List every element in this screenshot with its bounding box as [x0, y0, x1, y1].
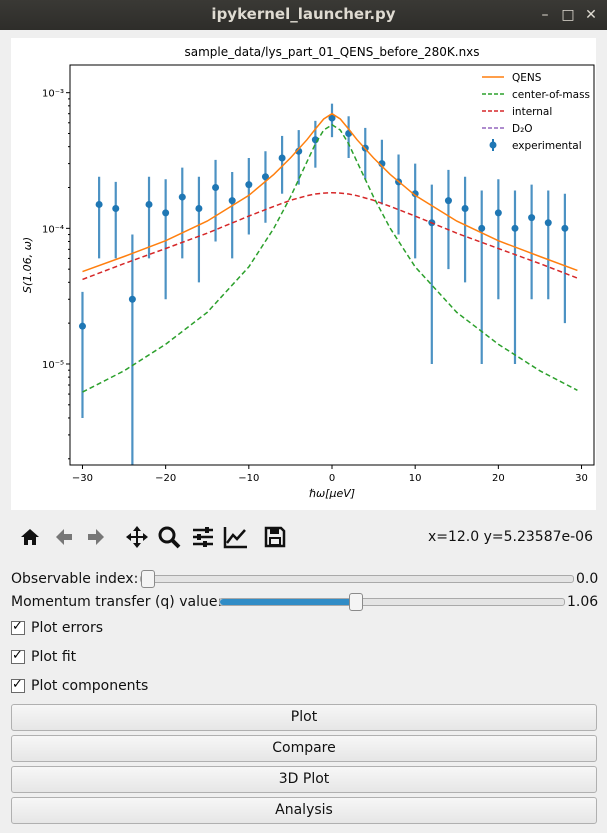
plot-button[interactable]: Plot [11, 704, 597, 731]
experimental-point [561, 224, 569, 232]
experimental-point [544, 219, 552, 227]
configure-subplots-icon[interactable] [188, 522, 218, 552]
checkbox-checked-icon[interactable] [11, 677, 25, 693]
x-tick-label: −30 [72, 473, 93, 484]
experimental-point [162, 209, 170, 217]
minimize-icon[interactable]: – [535, 5, 555, 25]
plot-components-label: Plot components [31, 678, 149, 694]
maximize-icon[interactable]: □ [558, 5, 578, 25]
center-of-mass-line [82, 123, 578, 393]
x-tick-label: −10 [238, 473, 259, 484]
experimental-point [278, 154, 286, 162]
experimental-point [444, 197, 452, 205]
x-tick-label: 20 [492, 473, 505, 484]
legend-label: center-of-mass [512, 89, 590, 101]
experimental-point [228, 197, 236, 205]
plot-errors-checkbox[interactable]: Plot errors [11, 619, 104, 636]
experimental-point [245, 181, 253, 189]
qens-line [82, 112, 578, 273]
figure-canvas[interactable]: sample_data/lys_part_01_QENS_before_280K… [11, 38, 596, 510]
observable-index-slider[interactable] [140, 570, 574, 588]
plot-components-checkbox[interactable]: Plot components [11, 677, 149, 694]
slider-handle[interactable] [349, 593, 363, 611]
checkbox-checked-icon[interactable] [11, 619, 25, 635]
window-title: ipykernel_launcher.py [211, 5, 396, 23]
experimental-point [511, 224, 519, 232]
forward-arrow-icon[interactable] [81, 522, 111, 552]
observable-index-label: Observable index: [11, 571, 139, 587]
experimental-point [528, 214, 536, 222]
y-axis-label: S(1.06, ω) [21, 237, 34, 293]
x-axis-label: ℏω[μeV] [309, 487, 355, 500]
internal-line [82, 191, 578, 281]
y-tick-label: 10⁻⁵ [42, 360, 64, 371]
plot-errors-label: Plot errors [31, 620, 104, 636]
compare-button[interactable]: Compare [11, 735, 597, 762]
legend-label: D₂O [512, 123, 533, 135]
experimental-point [78, 322, 86, 330]
momentum-transfer-slider[interactable] [219, 593, 565, 611]
experimental-point [494, 209, 502, 217]
x-tick-label: 0 [329, 473, 335, 484]
experimental-point [95, 200, 103, 208]
x-tick-label: 10 [409, 473, 422, 484]
plot-fit-label: Plot fit [31, 649, 77, 665]
x-tick-label: 30 [575, 473, 588, 484]
analysis-button[interactable]: Analysis [11, 797, 597, 824]
experimental-point [478, 224, 486, 232]
chart-title: sample_data/lys_part_01_QENS_before_280K… [184, 45, 479, 59]
plot-fit-checkbox[interactable]: Plot fit [11, 648, 77, 665]
x-tick-label: −20 [155, 473, 176, 484]
title-bar: ipykernel_launcher.py – □ ✕ [0, 0, 607, 30]
edit-axis-icon[interactable] [221, 522, 251, 552]
coordinate-readout: x=12.0 y=5.23587e-06 [427, 529, 593, 545]
momentum-transfer-value: 1.06 [567, 594, 599, 610]
save-icon[interactable] [260, 522, 290, 552]
pan-icon[interactable] [122, 522, 152, 552]
experimental-point [212, 184, 220, 192]
zoom-icon[interactable] [154, 522, 184, 552]
experimental-point [128, 295, 136, 303]
back-arrow-icon[interactable] [49, 522, 79, 552]
close-icon[interactable]: ✕ [581, 5, 601, 25]
experimental-point [195, 205, 203, 213]
chart-svg: sample_data/lys_part_01_QENS_before_280K… [21, 45, 595, 500]
legend-marker [489, 141, 497, 149]
experimental-point [461, 205, 469, 213]
observable-index-value: 0.0 [576, 571, 599, 587]
legend: QENS center-of-mass internal D₂O experimenta… [482, 72, 590, 152]
legend-label: experimental [512, 140, 582, 152]
experimental-point [112, 205, 120, 213]
legend-label: QENS [512, 72, 542, 84]
3d-plot-button[interactable]: 3D Plot [11, 766, 597, 793]
y-tick-label: 10⁻⁴ [42, 224, 64, 235]
navigation-toolbar: x=12.0 y=5.23587e-06 [11, 520, 601, 554]
momentum-transfer-label: Momentum transfer (q) value: [11, 594, 223, 610]
experimental-point [145, 200, 153, 208]
y-tick-label: 10⁻³ [42, 89, 64, 100]
experimental-point [178, 193, 186, 201]
legend-label: internal [512, 106, 552, 118]
slider-handle[interactable] [141, 570, 155, 588]
checkbox-checked-icon[interactable] [11, 648, 25, 664]
home-icon[interactable] [15, 522, 45, 552]
slider-fill [220, 599, 355, 605]
